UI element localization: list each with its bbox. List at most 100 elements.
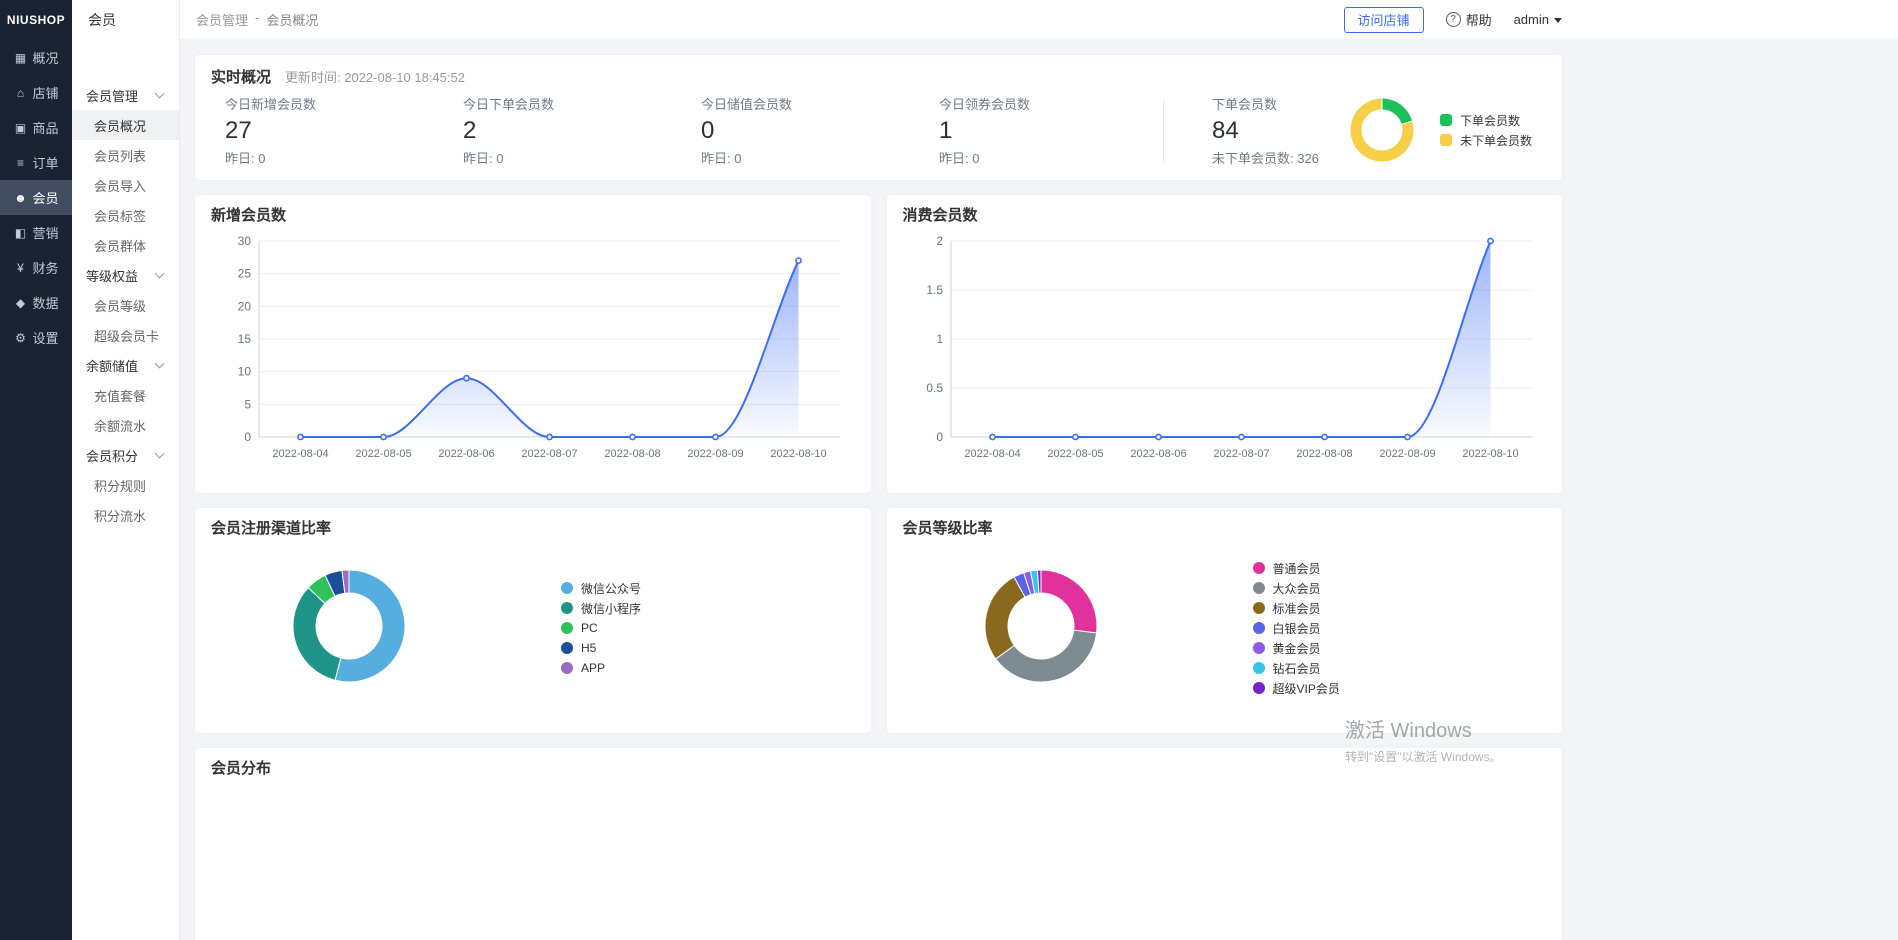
- secondary-sidebar: 会员 会员管理会员概况会员列表会员导入会员标签会员群体等级权益会员等级超级会员卡…: [72, 0, 180, 940]
- legend-item[interactable]: 超级VIP会员: [1253, 678, 1340, 698]
- goods-icon: ▣: [13, 121, 27, 135]
- submenu-item[interactable]: 会员列表: [72, 140, 179, 170]
- legend-item[interactable]: 微信公众号: [561, 578, 641, 598]
- submenu-item[interactable]: 会员导入: [72, 170, 179, 200]
- sidebar-item-orders[interactable]: ≡订单: [0, 145, 72, 180]
- legend-swatch: [1440, 114, 1452, 126]
- svg-text:2022-08-08: 2022-08-08: [1296, 448, 1352, 460]
- card-title: 会员等级比率: [903, 520, 1547, 538]
- topbar: 会员管理 - 会员概况 访问店铺 ? 帮助 admin: [180, 0, 1898, 40]
- sidebar-item-goods[interactable]: ▣ 商品: [0, 110, 72, 145]
- submenu-item[interactable]: 会员等级: [72, 290, 179, 320]
- legend-item[interactable]: 钻石会员: [1253, 658, 1340, 678]
- submenu-item[interactable]: 积分规则: [72, 470, 179, 500]
- submenu-item[interactable]: 超级会员卡: [72, 320, 179, 350]
- legend-swatch: [1253, 642, 1265, 654]
- submenu-item[interactable]: 积分流水: [72, 500, 179, 530]
- sidebar-item-shop[interactable]: ⌂店铺: [0, 75, 72, 110]
- legend-item[interactable]: 普通会员: [1253, 558, 1340, 578]
- sidebar-item-overview[interactable]: ▦概况: [0, 40, 72, 75]
- sidebar-item-members[interactable]: ☻会员: [0, 180, 72, 215]
- stat-value: 2: [463, 117, 687, 145]
- svg-text:2: 2: [936, 234, 943, 248]
- main-column: 会员管理 - 会员概况 访问店铺 ? 帮助 admin 实时概况: [180, 0, 1898, 940]
- sidebar-item-label: 财务: [32, 258, 58, 277]
- register-channel-svg: [289, 566, 409, 686]
- submenu-item[interactable]: 充值套餐: [72, 380, 179, 410]
- legend-label: 大众会员: [1273, 580, 1321, 597]
- help-link[interactable]: ? 帮助: [1446, 10, 1492, 29]
- legend-item[interactable]: 黄金会员: [1253, 638, 1340, 658]
- chevron-down-icon: [1554, 18, 1562, 23]
- legend-item[interactable]: 未下单会员数: [1440, 130, 1532, 150]
- card-title: 会员注册渠道比率: [211, 520, 855, 538]
- legend-item[interactable]: 微信小程序: [561, 598, 641, 618]
- nav-group[interactable]: 等级权益: [72, 260, 179, 290]
- consume-members-card: 消费会员数 00.511.522022-08-042022-08-052022-…: [887, 195, 1563, 493]
- help-icon: ?: [1446, 12, 1461, 27]
- nav-group[interactable]: 会员积分: [72, 440, 179, 470]
- register-channel-card: 会员注册渠道比率 微信公众号微信小程序PCH5 APP: [195, 508, 871, 733]
- realtime-stat: 今日新增会员数27昨日: 0: [211, 94, 449, 167]
- stat-label: 今日新增会员数: [225, 94, 449, 113]
- chevron-down-icon: [155, 268, 165, 278]
- legend-label: 标准会员: [1273, 600, 1321, 617]
- legend-item[interactable]: 大众会员: [1253, 578, 1340, 598]
- realtime-stat: 今日下单会员数2昨日: 0: [449, 94, 687, 167]
- order-members-section: 下单会员数 84 未下单会员数: 326 下单会员数未下单会员数: [1164, 90, 1546, 170]
- legend-item[interactable]: PC: [561, 618, 641, 638]
- legend-label: 未下单会员数: [1460, 132, 1532, 149]
- sidebar-item-label: 商品: [32, 118, 58, 137]
- legend-swatch: [561, 582, 573, 594]
- svg-text:10: 10: [238, 365, 252, 379]
- stat-sub: 未下单会员数: 326: [1212, 148, 1324, 167]
- nav-group[interactable]: 余额储值: [72, 350, 179, 380]
- pie-charts-row: 会员注册渠道比率 微信公众号微信小程序PCH5 APP 会员等级比率 普通会员大众…: [195, 508, 1562, 733]
- nav-group-label: 会员积分: [86, 446, 138, 465]
- svg-text:5: 5: [244, 397, 251, 411]
- legend-item[interactable]: H5: [561, 638, 641, 658]
- legend-label: 黄金会员: [1273, 640, 1321, 657]
- member-icon: ☻: [13, 191, 27, 205]
- submenu-item[interactable]: 会员概况: [72, 110, 179, 140]
- realtime-body: 今日新增会员数27昨日: 0今日下单会员数2昨日: 0今日储值会员数0昨日: 0…: [211, 91, 1546, 169]
- legend-item[interactable]: 标准会员: [1253, 598, 1340, 618]
- nav-group[interactable]: 会员管理: [72, 80, 179, 110]
- card-title: 实时概况: [211, 69, 271, 87]
- sidebar-item-settings[interactable]: ⚙设置: [0, 320, 72, 355]
- sidebar-item-label: 数据: [32, 293, 58, 312]
- order-members-stat: 下单会员数 84 未下单会员数: 326: [1212, 94, 1324, 167]
- svg-text:1.5: 1.5: [926, 283, 943, 297]
- stat-value: 1: [939, 117, 1163, 145]
- svg-text:2022-08-04: 2022-08-04: [272, 448, 328, 460]
- stat-label: 今日领券会员数: [939, 94, 1163, 113]
- breadcrumb-section[interactable]: 会员管理: [196, 10, 248, 29]
- stat-value: 27: [225, 117, 449, 145]
- realtime-stats: 今日新增会员数27昨日: 0今日下单会员数2昨日: 0今日储值会员数0昨日: 0…: [211, 94, 1163, 167]
- stat-label: 今日储值会员数: [701, 94, 925, 113]
- legend-item[interactable]: 下单会员数: [1440, 110, 1532, 130]
- sidebar-item-data[interactable]: ◆数据: [0, 285, 72, 320]
- submenu-item[interactable]: 余额流水: [72, 410, 179, 440]
- legend-swatch: [1440, 134, 1452, 146]
- submenu-item[interactable]: 会员标签: [72, 200, 179, 230]
- member-level-svg: [981, 566, 1101, 686]
- user-menu[interactable]: admin: [1514, 12, 1562, 27]
- visit-shop-button[interactable]: 访问店铺: [1344, 7, 1424, 33]
- chevron-down-icon: [155, 88, 165, 98]
- legend-label: APP: [581, 661, 605, 675]
- topbar-actions: 访问店铺 ? 帮助 admin: [1344, 7, 1562, 33]
- legend-item[interactable]: 白银会员: [1253, 618, 1340, 638]
- legend-swatch: [1253, 682, 1265, 694]
- svg-text:0.5: 0.5: [926, 381, 943, 395]
- submenu-item[interactable]: 会员群体: [72, 230, 179, 260]
- sidebar-item-marketing[interactable]: ◧营销: [0, 215, 72, 250]
- marketing-icon: ◧: [13, 226, 27, 240]
- legend-swatch: [561, 662, 573, 674]
- nav-group-label: 会员管理: [86, 86, 138, 105]
- sidebar-item-finance[interactable]: ¥财务: [0, 250, 72, 285]
- sidebar-item-label: 概况: [32, 48, 58, 67]
- svg-text:2022-08-08: 2022-08-08: [604, 448, 660, 460]
- svg-text:2022-08-09: 2022-08-09: [687, 448, 743, 460]
- legend-item[interactable]: APP: [561, 658, 641, 678]
